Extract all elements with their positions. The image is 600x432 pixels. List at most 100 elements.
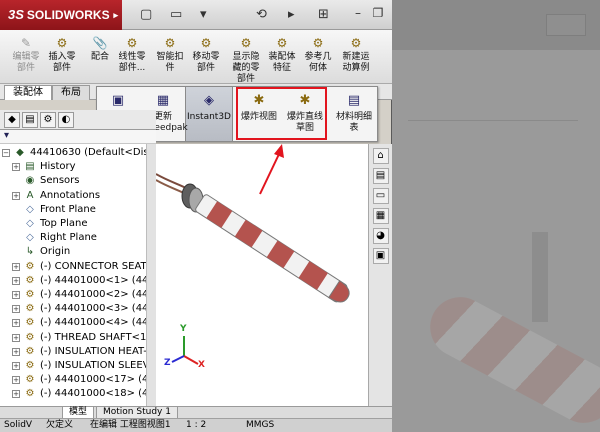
background-window <box>392 0 600 432</box>
expand-icon[interactable]: + <box>12 390 20 399</box>
flyout-button[interactable]: ◈ Instant3D <box>187 93 231 123</box>
tree-scrollbar[interactable] <box>146 144 156 406</box>
ribbon-button[interactable]: ⚙ 装配体 特征 <box>262 36 302 74</box>
tree-node-label: Annotations <box>40 189 101 201</box>
menu-arrow-icon[interactable]: ▸ <box>113 0 118 30</box>
edit-component-icon: ✎ <box>20 36 32 50</box>
ribbon-button-label: 编辑零 部件 <box>12 52 40 73</box>
tree-node[interactable]: + ⚙ (-) 44401000<2> (440 <box>0 288 151 302</box>
tree-node-icon: ⚙ <box>25 388 35 400</box>
undo-icon[interactable]: ⟲ <box>256 6 267 24</box>
ribbon-button-label: 显示隐 藏的零 部件 <box>232 52 260 84</box>
tree-node-icon: ⚙ <box>25 260 35 272</box>
tree-node[interactable]: + ⚙ (-) 44401000<18> (444 <box>0 387 151 401</box>
ribbon-button[interactable]: ⚙ 线性零 部件... <box>112 36 152 74</box>
tree-node-icon: ⚙ <box>25 345 35 357</box>
tree-node[interactable]: ◉ Sensors <box>0 174 146 188</box>
window-controls: – ❐ <box>346 5 386 21</box>
expand-icon[interactable]: + <box>12 333 20 342</box>
tree-node[interactable]: + ⚙ (-) INSULATION SLEEV <box>0 359 150 373</box>
options-icon[interactable]: ⊞ <box>318 6 329 24</box>
expand-icon[interactable]: + <box>12 362 20 370</box>
background-task-pane <box>532 232 548 322</box>
save-icon[interactable]: ▾ <box>200 6 207 24</box>
tree-node[interactable]: + ⚙ (-) INSULATION HEAT- <box>0 345 147 359</box>
flyout-button[interactable]: ▤ 材料明细 表 <box>333 93 375 134</box>
solidworks-logo[interactable]: 3S SOLIDWORKS ▸ <box>0 0 122 30</box>
minimize-icon[interactable]: – <box>350 5 366 21</box>
restore-icon[interactable]: ❐ <box>370 5 386 21</box>
tree-node[interactable]: + ⚙ (-) THREAD SHAFT<1> <box>0 331 151 345</box>
tree-node-icon: ◇ <box>26 232 34 244</box>
expand-icon[interactable]: + <box>12 347 20 356</box>
expand-icon[interactable]: + <box>12 305 20 314</box>
ribbon-button[interactable]: ⚙ 显示隐 藏的零 部件 <box>226 36 266 85</box>
status-scale[interactable]: 1 : 2 <box>186 419 206 432</box>
view-palette-icon[interactable]: ▦ <box>372 208 389 224</box>
tree-node[interactable]: ◇ Front Plane <box>0 203 146 217</box>
resources-icon[interactable]: ⌂ <box>372 148 389 164</box>
design-library-icon[interactable]: ▤ <box>372 168 389 184</box>
tree-node-label: (-) THREAD SHAFT<1> <box>40 331 152 343</box>
title-bar: 3S SOLIDWORKS ▸ ▢ ▭ ▾ ⟲ ▸ ⊞ – ❐ <box>0 0 392 30</box>
tree-node-icon: A <box>26 189 34 201</box>
expand-icon[interactable]: + <box>12 163 20 172</box>
tree-node[interactable]: ↳ Origin <box>0 245 146 259</box>
tree-node[interactable]: + A Annotations <box>0 189 146 203</box>
tree-node-icon: ⚙ <box>25 331 35 343</box>
tree-node-icon: ◆ <box>16 147 24 158</box>
new-document-icon[interactable]: ▢ <box>140 6 152 24</box>
property-manager-tab-icon[interactable]: ▤ <box>22 112 38 128</box>
ribbon-button[interactable]: ⚙ 移动零 部件 <box>186 36 226 74</box>
status-units[interactable]: MMGS <box>246 419 274 432</box>
ribbon-button-label: 移动零 部件 <box>192 52 220 73</box>
tree-node[interactable]: + ⚙ (-) CONNECTOR SEAT- <box>0 260 149 274</box>
ribbon-button[interactable]: ⚙ 参考几 何体 <box>298 36 338 74</box>
custom-properties-icon[interactable]: ▣ <box>372 248 389 264</box>
tree-node[interactable]: ◇ Right Plane <box>0 231 146 245</box>
arrow-head <box>274 144 284 158</box>
tree-filter-icon[interactable]: ▾ <box>0 130 156 144</box>
open-document-icon[interactable]: ▭ <box>170 6 182 24</box>
command-tab[interactable]: 布局 <box>52 85 90 100</box>
speedpak-icon: ▦ <box>156 93 170 108</box>
collapse-icon[interactable]: − <box>2 149 10 157</box>
tree-node[interactable]: − ◆ 44410630 (Default<Displ <box>0 146 151 160</box>
feature-tree-tab-icon[interactable]: ◆ <box>4 112 20 128</box>
ribbon-button[interactable]: ⚙ 插入零 部件 <box>42 36 82 74</box>
tree-node-icon: ◇ <box>26 203 34 215</box>
tree-node[interactable]: + ⚙ (-) 44401000<3> (440 <box>0 302 151 316</box>
expand-icon[interactable]: + <box>12 319 20 328</box>
smart-fasteners-icon: ⚙ <box>164 36 176 50</box>
tree-node[interactable]: ◇ Top Plane <box>0 217 146 231</box>
file-explorer-icon[interactable]: ▭ <box>372 188 389 204</box>
tree-node[interactable]: + ⚙ (-) 44401000<1> (440 <box>0 274 151 288</box>
tree-node-label: (-) INSULATION HEAT- <box>40 345 147 357</box>
ribbon-button[interactable]: ✎ 编辑零 部件 <box>6 36 46 74</box>
rebuild-icon[interactable]: ▸ <box>288 6 295 24</box>
tree-node-icon: ⚙ <box>25 317 35 329</box>
status-editing: 在编辑 工程图视图1 <box>90 420 171 430</box>
expand-icon[interactable]: + <box>12 291 20 299</box>
ribbon-button[interactable]: ⚙ 智能扣 件 <box>150 36 190 74</box>
appearances-icon[interactable]: ◕ <box>372 228 389 244</box>
display-manager-tab-icon[interactable]: ◐ <box>58 112 74 128</box>
expand-icon[interactable]: + <box>12 262 20 271</box>
ribbon-button[interactable]: ⚙ 新建运 动算例 <box>336 36 376 74</box>
tree-node-label: (-) 44401000<1> (440 <box>40 274 152 286</box>
expand-icon[interactable]: + <box>12 276 20 285</box>
configuration-tab-icon[interactable]: ⚙ <box>40 112 56 128</box>
tree-node-icon: ⚙ <box>25 360 35 371</box>
tree-node[interactable]: + ⚙ (-) 44401000<17> (444 <box>0 373 151 387</box>
tree-node[interactable]: + ⚙ (-) 44401000<4> (440 <box>0 316 151 330</box>
triad-x-label: X <box>198 360 205 370</box>
tree-node[interactable]: + ▤ History <box>0 160 146 174</box>
probe-rod <box>195 194 350 303</box>
command-tab[interactable]: 装配体 <box>4 85 52 100</box>
bill-of-materials-icon: ▤ <box>347 93 361 108</box>
tree-node-icon: ◉ <box>25 175 35 187</box>
feature-manager-tabs: ◆ ▤ ⚙ ◐ <box>0 110 156 130</box>
expand-icon[interactable]: + <box>12 191 20 200</box>
new-motion-study-icon: ⚙ <box>350 36 362 50</box>
expand-icon[interactable]: + <box>12 376 20 385</box>
